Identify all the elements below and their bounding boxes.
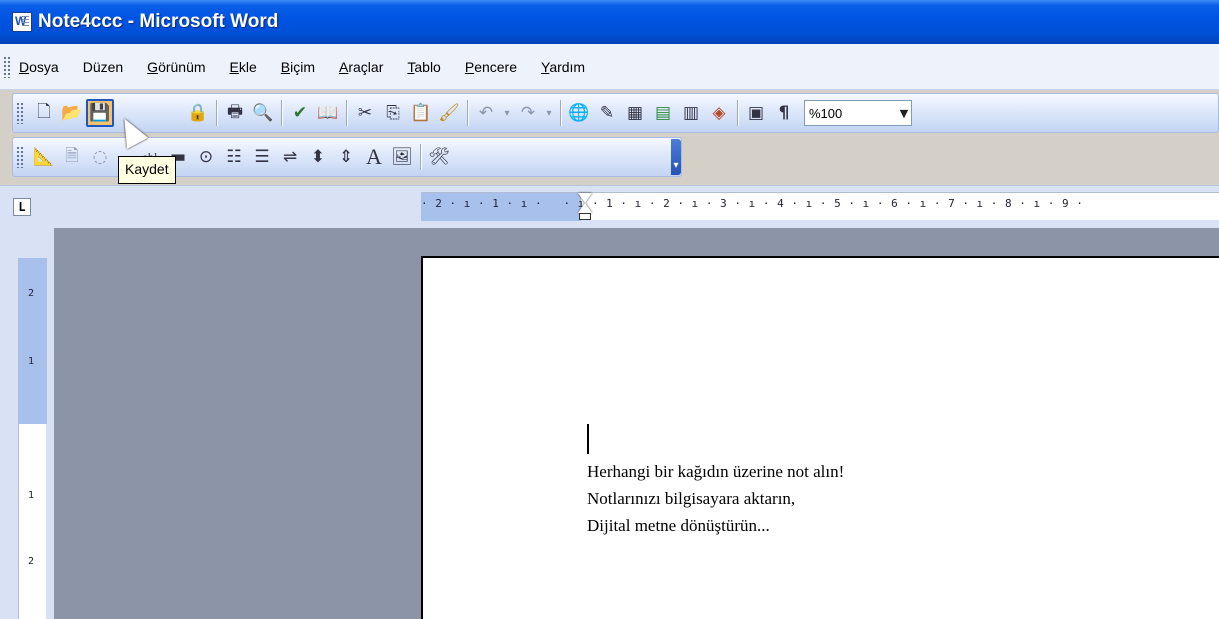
menu-bar: Dosya Düzen Görünüm Ekle Biçim Araçlar T… bbox=[0, 44, 1219, 90]
document-map-icon[interactable]: ▣ bbox=[742, 99, 770, 127]
document-page[interactable] bbox=[421, 256, 1219, 619]
toolbar-separator bbox=[467, 100, 468, 126]
chevron-down-icon[interactable]: ▼ bbox=[897, 107, 911, 120]
ruler-area: L · 2 · ı · 1 · ı · · ı · 1 · ı · 2 · ı … bbox=[0, 185, 1219, 228]
drawing-icon[interactable]: ◈ bbox=[705, 99, 733, 127]
menu-araclar[interactable]: Araçlar bbox=[337, 57, 385, 77]
paste-icon[interactable]: 📋 bbox=[407, 99, 435, 127]
document-line: Notlarınızı bilgisayara aktarın, bbox=[587, 489, 796, 508]
spin-button-icon[interactable]: ⬍ bbox=[304, 143, 332, 171]
save-icon[interactable]: 💾 bbox=[86, 99, 114, 127]
menu-pencere[interactable]: Pencere bbox=[463, 57, 519, 77]
menu-duzen[interactable]: Düzen bbox=[81, 57, 125, 77]
spelling-icon[interactable]: ✔ bbox=[286, 99, 314, 127]
toolbar-separator bbox=[281, 100, 282, 126]
menu-gorunum[interactable]: Görünüm bbox=[145, 57, 207, 77]
tab-selector-icon[interactable]: L bbox=[13, 198, 31, 216]
forms-toolbar: 📐 🗎 ◌ abl ▬ ⊙ ☷ ☰ ⇌ ⬍ ⇕ A 🖼 🛠 ▾ bbox=[12, 137, 682, 177]
print-icon[interactable]: 🖶 bbox=[221, 99, 249, 127]
text-caret bbox=[587, 424, 589, 454]
research-icon[interactable]: 📖 bbox=[314, 99, 342, 127]
toolbar-separator bbox=[420, 144, 421, 170]
undo-dropdown-icon[interactable]: ▾ bbox=[500, 99, 514, 127]
ruler-margin bbox=[19, 258, 47, 424]
toolbar-options-icon[interactable]: ▾ bbox=[671, 139, 681, 175]
toolbar-separator bbox=[216, 100, 217, 126]
menu-ekle[interactable]: Ekle bbox=[228, 57, 259, 77]
menu-dosya[interactable]: Dosya bbox=[17, 57, 61, 77]
document-line: Dijital metne dönüştürün... bbox=[587, 516, 770, 535]
ruler-label: 1 bbox=[28, 356, 35, 367]
image-icon[interactable]: 🖼 bbox=[388, 143, 416, 171]
title-bar: Note4ccc - Microsoft Word bbox=[0, 0, 1219, 44]
document-line: Herhangi bir kağıdın üzerine not alın! bbox=[587, 462, 845, 481]
properties-icon[interactable]: 🗎 bbox=[58, 143, 86, 171]
new-document-icon[interactable]: 🗋 bbox=[30, 99, 58, 127]
document-body[interactable]: Herhangi bir kağıdın üzerine not alın! N… bbox=[587, 458, 844, 539]
toolbar-grip[interactable] bbox=[16, 146, 24, 168]
menu-bicim[interactable]: Biçim bbox=[279, 57, 317, 77]
zoom-dropdown[interactable]: %100 ▼ bbox=[804, 100, 912, 126]
redo-dropdown-icon[interactable]: ▾ bbox=[542, 99, 556, 127]
menu-yardim[interactable]: Yardım bbox=[539, 57, 587, 77]
list-box-icon[interactable]: ☷ bbox=[220, 143, 248, 171]
tables-borders-icon[interactable]: ✎ bbox=[593, 99, 621, 127]
toolbar-separator bbox=[346, 100, 347, 126]
more-controls-icon[interactable]: 🛠 bbox=[425, 143, 453, 171]
zoom-value: %100 bbox=[809, 105, 843, 121]
toolbar-separator bbox=[560, 100, 561, 126]
label-icon[interactable]: A bbox=[360, 143, 388, 171]
save-tooltip: Kaydet bbox=[118, 156, 176, 184]
standard-toolbar: 🗋 📂 💾 🔒 🖶 🔍 ✔ 📖 ✂ ⎘ 📋 🖌 ↶ ▾ ↷ ▾ 🌐 ✎ ▦ ▤ … bbox=[12, 93, 1219, 133]
ruler-label: 1 bbox=[28, 490, 35, 501]
columns-icon[interactable]: ▥ bbox=[677, 99, 705, 127]
menu-grip[interactable] bbox=[3, 55, 11, 78]
cut-icon[interactable]: ✂ bbox=[351, 99, 379, 127]
toolbar-grip[interactable] bbox=[16, 102, 24, 124]
toolbar-separator bbox=[737, 100, 738, 126]
undo-icon[interactable]: ↶ bbox=[472, 99, 500, 127]
permission-icon[interactable]: 🔒 bbox=[184, 99, 212, 127]
open-folder-icon[interactable]: 📂 bbox=[58, 99, 86, 127]
copy-icon[interactable]: ⎘ bbox=[379, 99, 407, 127]
vertical-ruler[interactable]: 2 1 1 2 bbox=[18, 258, 47, 619]
ruler-label: 2 bbox=[28, 556, 35, 567]
design-mode-icon[interactable]: 📐 bbox=[30, 143, 58, 171]
word-app-icon[interactable] bbox=[12, 12, 32, 32]
menu-tablo[interactable]: Tablo bbox=[405, 57, 442, 77]
print-preview-icon[interactable]: 🔍 bbox=[249, 99, 277, 127]
scroll-bar-icon[interactable]: ⇕ bbox=[332, 143, 360, 171]
format-painter-icon[interactable]: 🖌 bbox=[435, 99, 463, 127]
horizontal-ruler[interactable]: · 2 · ı · 1 · ı · · ı · 1 · ı · 2 · ı · … bbox=[421, 192, 1219, 221]
combo-box-icon[interactable]: ☰ bbox=[248, 143, 276, 171]
toggle-button-icon[interactable]: ⇌ bbox=[276, 143, 304, 171]
ruler-label: 2 bbox=[28, 288, 35, 299]
option-button-icon[interactable]: ⊙ bbox=[192, 143, 220, 171]
insert-table-icon[interactable]: ▦ bbox=[621, 99, 649, 127]
view-code-icon[interactable]: ◌ bbox=[86, 143, 114, 171]
insert-excel-icon[interactable]: ▤ bbox=[649, 99, 677, 127]
ruler-labels: · 2 · ı · 1 · ı · · ı · 1 · ı · 2 · ı · … bbox=[421, 197, 1084, 210]
left-indent-icon[interactable] bbox=[579, 213, 591, 220]
redo-icon[interactable]: ↷ bbox=[514, 99, 542, 127]
show-hide-formatting-icon[interactable]: ¶ bbox=[770, 99, 798, 127]
hyperlink-icon[interactable]: 🌐 bbox=[565, 99, 593, 127]
window-title: Note4ccc - Microsoft Word bbox=[38, 11, 279, 32]
